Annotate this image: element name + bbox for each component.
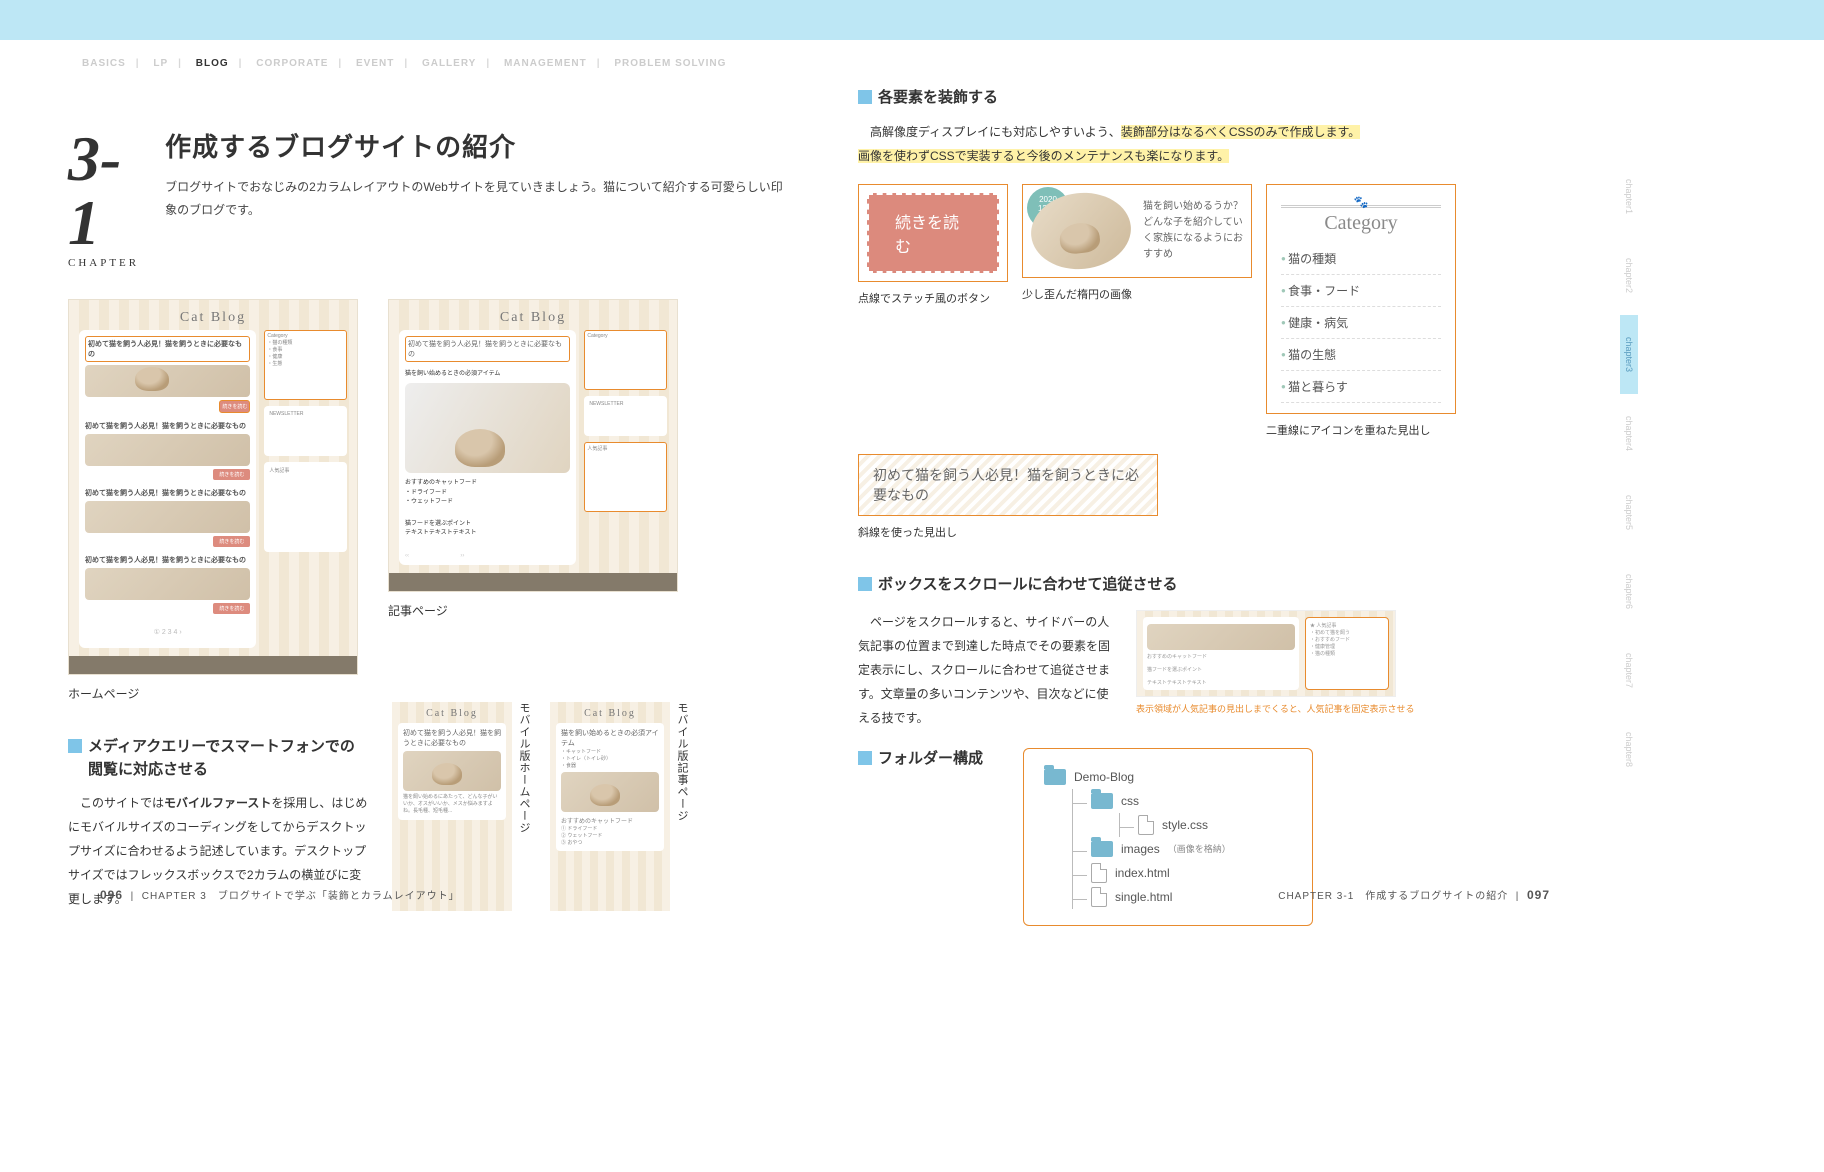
mock-readmore: 続きを読む: [213, 536, 250, 547]
mobile-article-mock: Cat Blog 猫を飼い始めるときの必須アイテム・キャットフード・トイレ（トイ…: [550, 702, 670, 911]
caption-ellipse: 少し歪んだ楕円の画像: [1022, 286, 1252, 302]
folder-icon: [1044, 769, 1066, 785]
chapter-number: 3-1: [68, 127, 143, 255]
example-category: 🐾 Category 猫の種類 食事・フード 健康・病気 猫の生態 猫と暮らす: [1266, 184, 1456, 414]
mock-readmore: 続きを読む: [213, 603, 250, 614]
mock-home: Cat Blog 初めて猫を飼う人必見！猫を飼うときに必要なもの続きを読む 初め…: [68, 299, 358, 702]
mobile-home-mock: Cat Blog 初めて猫を飼う人必見！猫を飼うときに必要なもの猫を飼い始めるに…: [392, 702, 512, 911]
nav-management: MANAGEMENT: [504, 58, 587, 69]
nav-event: EVENT: [356, 58, 394, 69]
nav-basics: BASICS: [82, 58, 126, 69]
sidetab: chapter5: [1620, 473, 1638, 552]
folder-icon: [1091, 793, 1113, 809]
sidetab: chapter1: [1620, 157, 1638, 236]
mock-readmore: 続きを読む: [213, 469, 250, 480]
mobile-article-label: モバイル版記事ページ: [674, 702, 690, 911]
section-bullet-icon: [858, 751, 872, 765]
ellipse-text: 猫を飼い始めるうか？ どんな子を紹介していく家族になるようにおすすめ: [1143, 199, 1243, 263]
mock-readmore: 続きを読む: [219, 400, 250, 413]
mock-post-title: 初めて猫を飼う人必見！猫を飼うときに必要なもの: [85, 490, 246, 497]
mock-newsletter: NEWSLETTER: [264, 406, 347, 456]
category-item: 猫の種類: [1281, 243, 1441, 275]
mock-logo: Cat Blog: [79, 310, 347, 326]
example-button: 続きを読む: [858, 184, 1008, 282]
section-media-heading: メディアクエリーでスマートフォンでの閲覧に対応させる: [88, 736, 368, 781]
nav-gallery: GALLERY: [422, 58, 476, 69]
file-icon: [1091, 887, 1107, 907]
mock-post-title: 初めて猫を飼う人必見！猫を飼うときに必要なもの: [85, 557, 246, 564]
category-item: 健康・病気: [1281, 307, 1441, 339]
scroll-paragraph: ページをスクロールすると、サイドバーの人気記事の位置まで到達した時点でその要素を…: [858, 610, 1118, 730]
sidetab: chapter2: [1620, 236, 1638, 315]
caption-stripe: 斜線を使った見出し: [858, 524, 1582, 540]
page-right: 各要素を装飾する 高解像度ディスプレイにも対応しやすいよう、装飾部分はなるべくC…: [830, 77, 1610, 926]
footer-left: 096 | CHAPTER 3 ブログサイトで学ぶ「装飾とカラムレイアウト」: [100, 887, 460, 902]
example-ellipse: 202012/28 猫を飼い始めるうか？ どんな子を紹介していく家族になるように…: [1022, 184, 1252, 278]
readmore-button: 続きを読む: [867, 193, 999, 273]
nav-corporate: CORPORATE: [256, 58, 328, 69]
mock-caption-home: ホームページ: [68, 685, 358, 702]
header-bar: [0, 0, 1824, 40]
decorate-paragraph: 高解像度ディスプレイにも対応しやすいよう、装飾部分はなるべくCSSのみで作成しま…: [858, 120, 1582, 168]
nav-problem: PROBLEM SOLVING: [614, 58, 726, 69]
mock-post-title: 初めて猫を飼う人必見！猫を飼うときに必要なもの: [88, 341, 242, 358]
sidetab: chapter7: [1620, 631, 1638, 710]
sidetab-active: chapter3: [1620, 315, 1638, 394]
page-title: 作成するブログサイトの紹介: [165, 127, 792, 164]
mock-post-title: 初めて猫を飼う人必見！猫を飼うときに必要なもの: [85, 423, 246, 430]
mock-article: Cat Blog 初めて猫を飼う人必見！猫を飼うときに必要なもの 猫を飼い始める…: [388, 299, 678, 702]
chapter-label: CHAPTER: [68, 257, 143, 269]
mock-caption-article: 記事ページ: [388, 602, 678, 619]
breadcrumb-nav: BASICS| LP| BLOG| CORPORATE| EVENT| GALL…: [0, 40, 1824, 77]
file-icon: [1138, 815, 1154, 835]
section-bullet-icon: [68, 739, 82, 753]
mock-popular: 人気記事: [264, 462, 347, 552]
mobile-home-label: モバイル版ホームページ: [516, 702, 532, 911]
scroll-caption: 表示領域が人気記事の見出しまでくると、人気記事を固定表示させる: [1136, 703, 1414, 717]
category-item: 猫と暮らす: [1281, 371, 1441, 403]
section-bullet-icon: [858, 577, 872, 591]
intro-text: ブログサイトでおなじみの2カラムレイアウトのWebサイトを見ていきましょう。猫に…: [165, 176, 792, 222]
mock-logo: Cat Blog: [399, 310, 667, 326]
section-scroll-heading: ボックスをスクロールに合わせて追従させる: [878, 574, 1178, 597]
file-icon: [1091, 863, 1107, 883]
folder-icon: [1091, 841, 1113, 857]
section-bullet-icon: [858, 90, 872, 104]
section-folder-heading: フォルダー構成: [878, 748, 983, 771]
mock-article-title: 初めて猫を飼う人必見！猫を飼うときに必要なもの: [405, 336, 570, 362]
mock-newsletter: NEWSLETTER: [584, 396, 667, 436]
sidetab: chapter8: [1620, 710, 1638, 789]
footer-right: CHAPTER 3-1 作成するブログサイトの紹介 | 097: [1278, 887, 1550, 902]
section-decorate-heading: 各要素を装飾する: [878, 87, 998, 110]
nav-blog: BLOG: [196, 58, 229, 69]
nav-lp: LP: [153, 58, 168, 69]
example-stripe-heading: 初めて猫を飼う人必見！猫を飼うときに必要なもの: [858, 454, 1158, 516]
caption-button: 点線でステッチ風のボタン: [858, 290, 1008, 306]
category-item: 猫の生態: [1281, 339, 1441, 371]
chapter-tabs: chapter1 chapter2 chapter3 chapter4 chap…: [1620, 157, 1638, 789]
scroll-mock: おすすめのキャットフード猫フードを選ぶポイントテキストテキストテキスト ★ 人気…: [1136, 610, 1396, 697]
sidetab: chapter4: [1620, 394, 1638, 473]
category-title: Category: [1281, 205, 1441, 235]
page-left: 3-1 CHAPTER 作成するブログサイトの紹介 ブログサイトでおなじみの2カ…: [40, 77, 820, 926]
category-item: 食事・フード: [1281, 275, 1441, 307]
folder-diagram: Demo-Blog css style.css images（画像を格納） in…: [1023, 748, 1313, 926]
sidetab: chapter6: [1620, 552, 1638, 631]
caption-category: 二重線にアイコンを重ねた見出し: [1266, 422, 1456, 438]
